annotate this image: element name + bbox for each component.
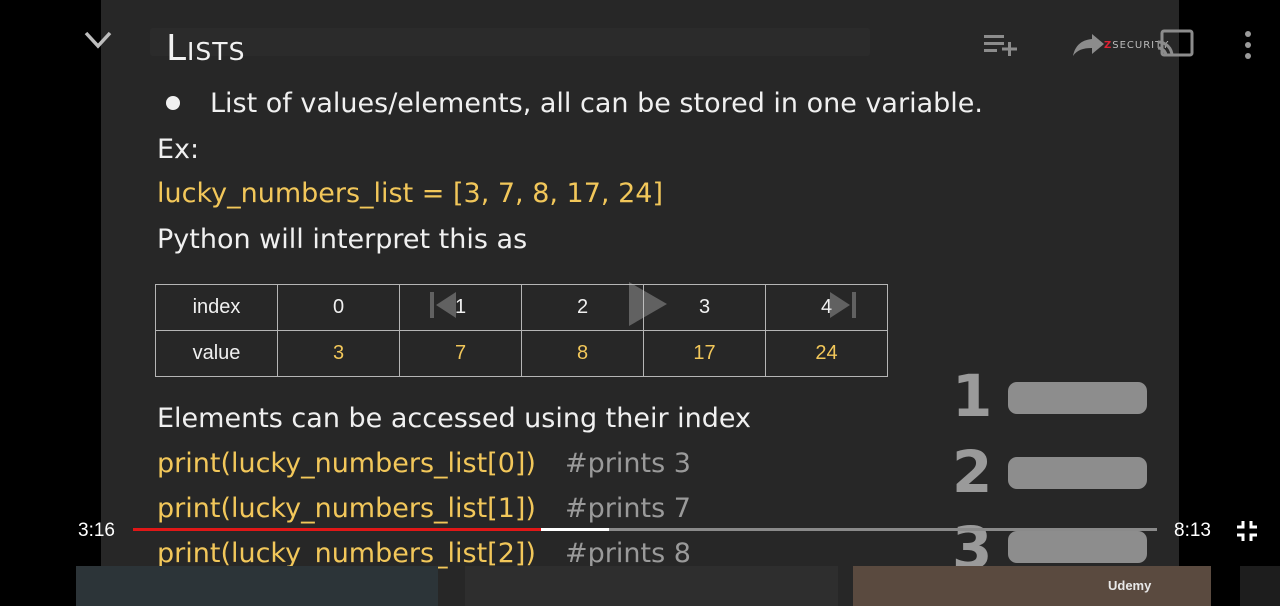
value-cell: 17	[643, 330, 766, 377]
index-cell: 4	[765, 284, 888, 331]
exit-fullscreen-icon[interactable]	[1234, 518, 1260, 544]
value-cell: 24	[765, 330, 888, 377]
cast-icon[interactable]	[1156, 28, 1194, 60]
index-cell: 1	[399, 284, 522, 331]
play-icon[interactable]	[625, 280, 669, 328]
thumbnail[interactable]	[76, 566, 438, 606]
bullet-point	[166, 96, 180, 110]
index-cell: 0	[277, 284, 400, 331]
duration-time: 8:13	[1174, 520, 1211, 541]
table-row-index: index 0 1 2 3 4	[155, 284, 888, 331]
skip-previous-icon[interactable]	[428, 290, 458, 320]
example-code-0: print(lucky_numbers_list[0])	[157, 448, 536, 479]
graphic-pill	[1008, 457, 1147, 489]
graphic-number: 1	[952, 362, 993, 430]
graphic-pill	[1008, 531, 1147, 563]
slide-title: Lists	[166, 28, 246, 69]
code-line: lucky_numbers_list = [3, 7, 8, 17, 24]	[157, 178, 663, 209]
value-cell: 3	[277, 330, 400, 377]
progress-bar[interactable]	[133, 528, 1157, 531]
share-icon[interactable]	[1072, 32, 1106, 58]
index-label-cell: index	[155, 284, 278, 331]
played-bar	[133, 528, 541, 531]
faded-video-title-bar	[150, 28, 870, 56]
graphic-pill	[1008, 382, 1147, 414]
access-text: Elements can be accessed using their ind…	[157, 403, 752, 434]
interpret-text: Python will interpret this as	[157, 224, 528, 255]
example-comment-0: #prints 3	[565, 448, 691, 479]
chevron-down-icon[interactable]	[84, 30, 112, 50]
value-label-cell: value	[155, 330, 278, 377]
value-cell: 8	[521, 330, 644, 377]
graphic-number: 2	[952, 438, 993, 506]
table-row-value: value 3 7 8 17 24	[155, 330, 888, 377]
related-thumbnails	[0, 566, 1280, 606]
bullet-text: List of values/elements, all can be stor…	[210, 88, 983, 119]
value-cell: 7	[399, 330, 522, 377]
thumbnail[interactable]	[1240, 566, 1280, 606]
example-comment-1: #prints 7	[565, 493, 691, 524]
udemy-logo: Udemy	[1108, 578, 1152, 593]
example-code-1: print(lucky_numbers_list[1])	[157, 493, 536, 524]
index-value-table: index 0 1 2 3 4 value 3 7 8 17 24	[155, 284, 888, 377]
thumbnail[interactable]	[853, 566, 1211, 606]
example-label: Ex:	[157, 134, 200, 165]
current-time: 3:16	[78, 520, 115, 541]
skip-next-icon[interactable]	[828, 290, 858, 320]
add-to-queue-icon[interactable]	[982, 32, 1018, 58]
example-code-2: print(lucky_numbers_list[2])	[157, 538, 536, 569]
more-vertical-icon[interactable]	[1242, 30, 1254, 60]
example-comment-2: #prints 8	[565, 538, 691, 569]
thumbnail[interactable]	[465, 566, 838, 606]
